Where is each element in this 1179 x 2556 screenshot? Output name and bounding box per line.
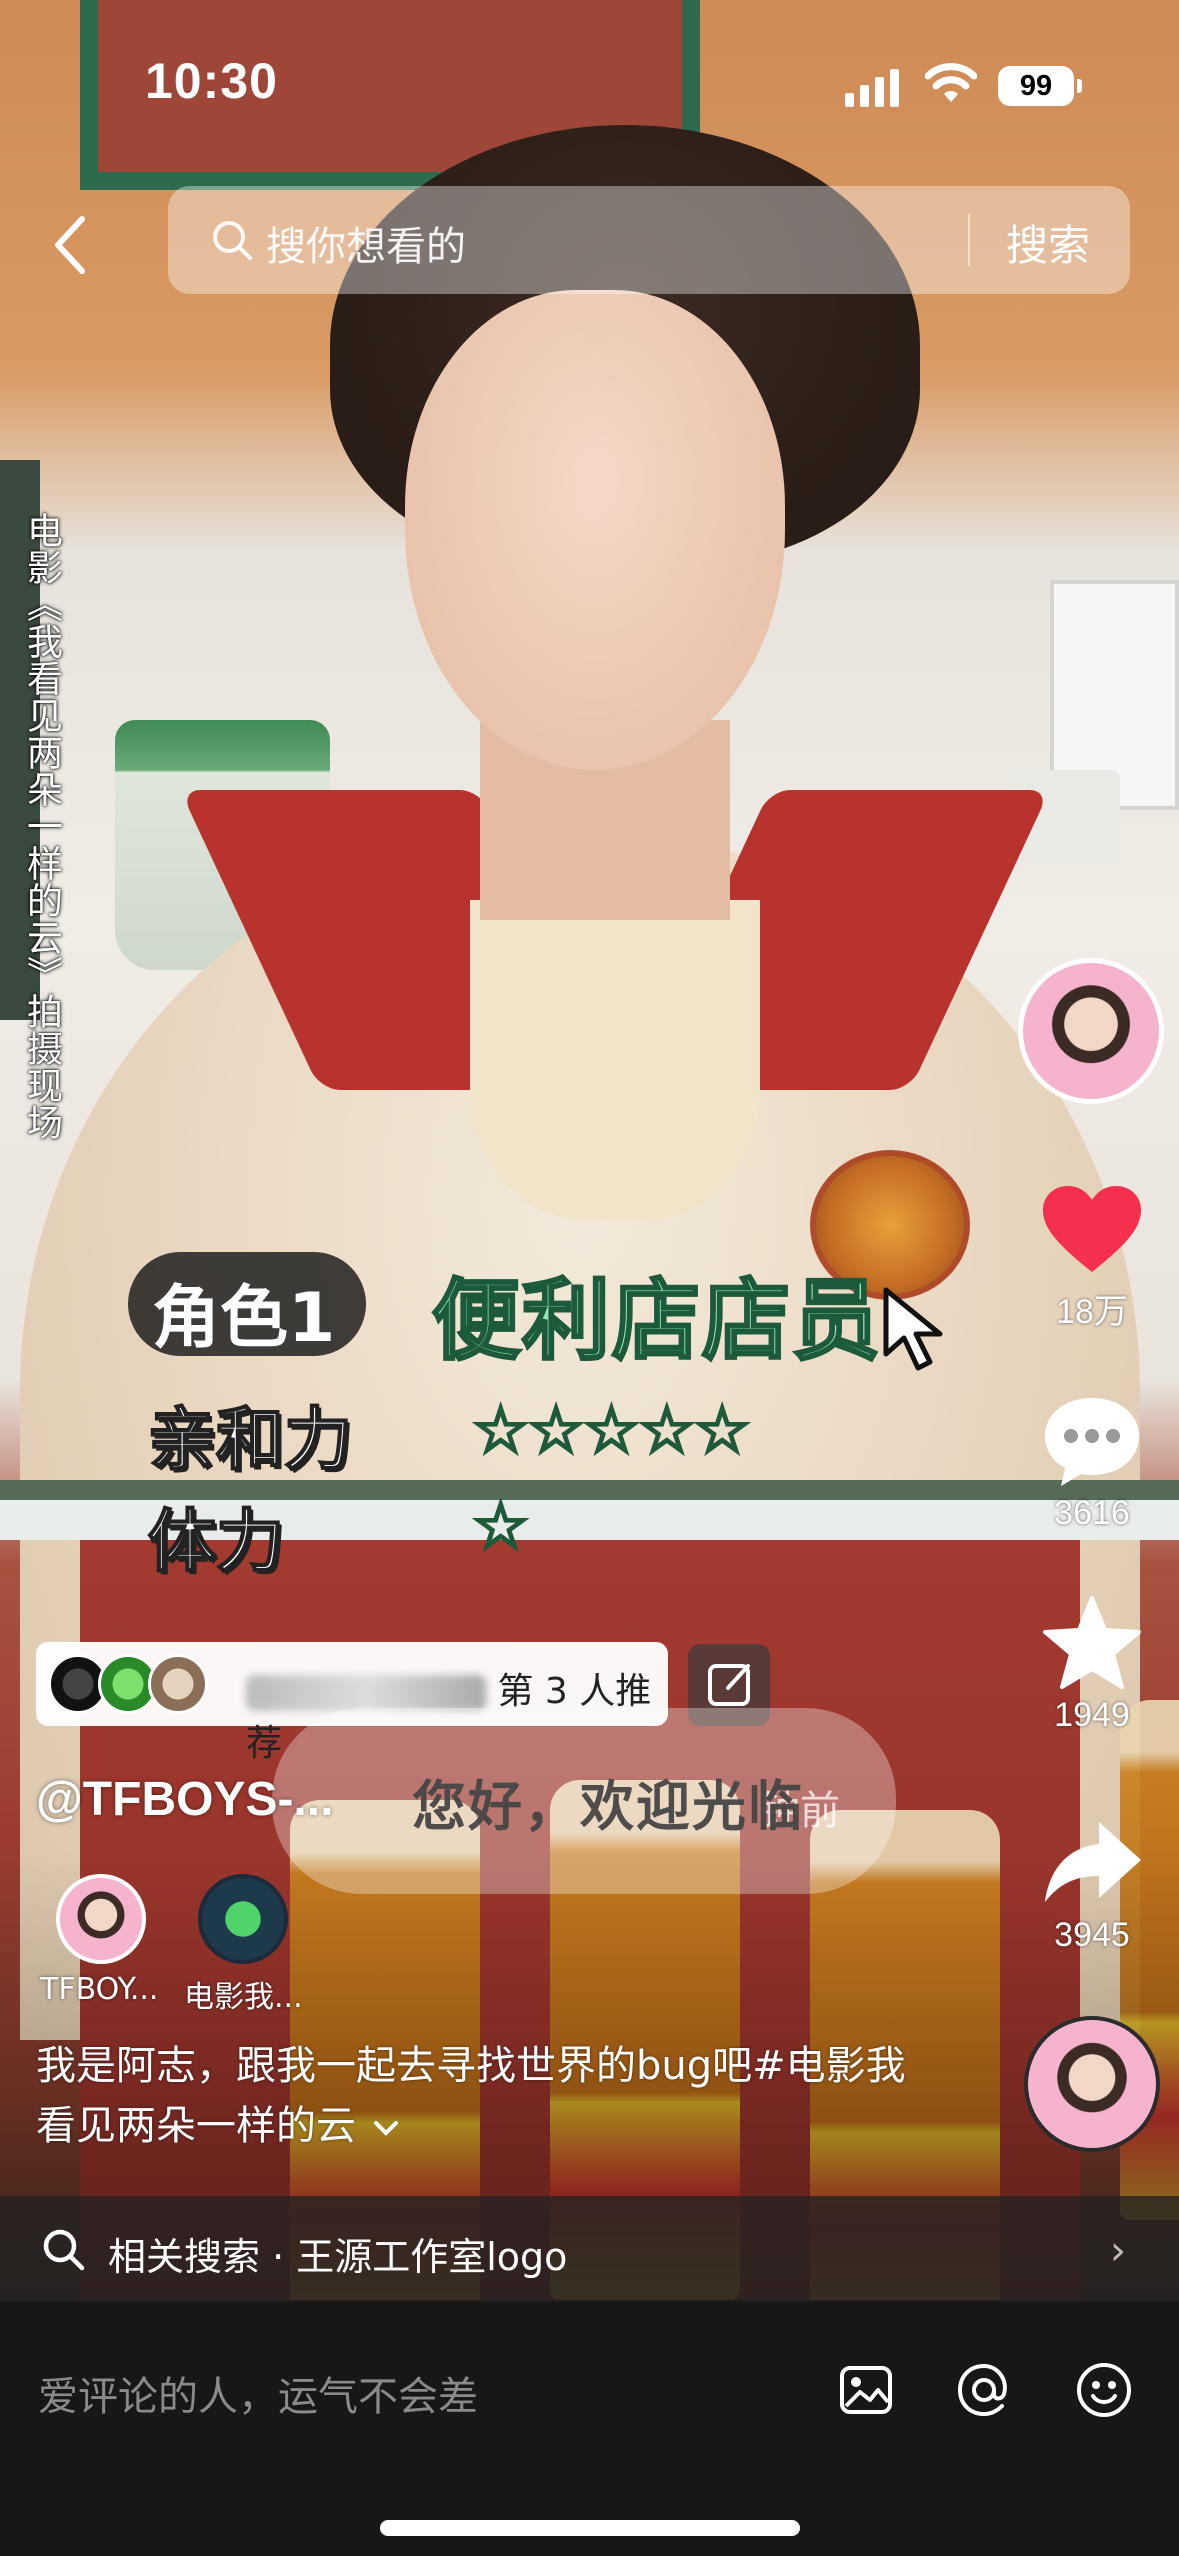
attribute-label: 体力 bbox=[147, 1502, 285, 1583]
video-side-caption: 电影《我看见两朵一样的云》拍摄现场 bbox=[21, 512, 62, 1141]
like-count: 18万 bbox=[1056, 1293, 1128, 1331]
emoji-icon[interactable] bbox=[1074, 2360, 1134, 2420]
video-description[interactable]: 我是阿志，跟我一起去寻找世界的bug吧#电影我看见两朵一样的云 bbox=[36, 2036, 936, 2156]
mention-label[interactable]: 电影我... bbox=[184, 1972, 303, 2016]
attribute-label: 亲和力 bbox=[147, 1400, 353, 1481]
comment-icon bbox=[1045, 1398, 1139, 1486]
bubble-text: 您好，欢迎光临 bbox=[412, 1775, 804, 1838]
share-button[interactable]: 3945 bbox=[1030, 1812, 1154, 1955]
back-icon[interactable] bbox=[40, 205, 100, 285]
comment-bar: 爱评论的人，运气不会差 bbox=[0, 2302, 1179, 2556]
music-disc-avatar[interactable] bbox=[1024, 2016, 1160, 2152]
cursor-icon bbox=[883, 1287, 943, 1371]
attribute-stars: ☆☆☆☆☆ bbox=[471, 1393, 753, 1470]
home-indicator[interactable] bbox=[380, 2520, 800, 2536]
author-name[interactable]: @TFBOYS-... bbox=[36, 1772, 333, 1827]
search-icon bbox=[43, 2229, 85, 2271]
favorite-count: 1949 bbox=[1054, 1696, 1130, 1734]
comment-count: 3616 bbox=[1054, 1494, 1130, 1532]
person-face bbox=[405, 290, 785, 770]
author-avatar[interactable] bbox=[1018, 958, 1164, 1104]
share-icon bbox=[1045, 1822, 1141, 1902]
t-shirt bbox=[470, 900, 760, 1220]
comment-button[interactable]: 3616 bbox=[1030, 1390, 1154, 1533]
status-time: 10:30 bbox=[145, 53, 278, 109]
related-search-bar[interactable]: 相关搜索 · 王源工作室logo › bbox=[0, 2196, 1179, 2302]
mention-label[interactable]: TFBOY... bbox=[40, 1972, 158, 2007]
search-input[interactable]: 搜你想看的 bbox=[266, 214, 466, 272]
chevron-right-icon: › bbox=[1110, 2228, 1126, 2274]
heart-icon bbox=[1043, 1186, 1141, 1272]
related-search-label: 相关搜索 · 王源工作室logo bbox=[108, 2235, 568, 2279]
share-count: 3945 bbox=[1054, 1916, 1130, 1954]
search-button[interactable]: 搜索 bbox=[1006, 212, 1090, 273]
favorite-button[interactable]: 1949 bbox=[1030, 1592, 1154, 1735]
avatar bbox=[148, 1654, 208, 1714]
description-text: 我是阿志，跟我一起去寻找世界的bug吧#电影我看见两朵一样的云 bbox=[36, 2043, 906, 2149]
comment-input[interactable]: 爱评论的人，运气不会差 bbox=[38, 2364, 478, 2422]
cellular-signal-icon bbox=[845, 67, 899, 107]
like-button[interactable]: 18万 bbox=[1030, 1180, 1154, 1333]
battery-indicator: 99 bbox=[998, 66, 1082, 106]
at-icon[interactable] bbox=[954, 2360, 1014, 2420]
mention-avatar[interactable] bbox=[56, 1874, 146, 1964]
chevron-down-icon[interactable] bbox=[369, 2115, 403, 2141]
wifi-icon bbox=[925, 63, 977, 102]
blurred-name bbox=[246, 1675, 486, 1711]
star-icon bbox=[1043, 1596, 1141, 1689]
video-frame[interactable] bbox=[0, 0, 1179, 2300]
role-label: 角色1 bbox=[152, 1279, 336, 1358]
image-icon[interactable] bbox=[836, 2360, 896, 2420]
search-icon bbox=[213, 221, 252, 260]
status-bar: 10:30 99 bbox=[0, 0, 1179, 170]
attribute-stars: ☆ bbox=[470, 1489, 530, 1566]
mention-avatar[interactable] bbox=[198, 1874, 288, 1964]
role-value: 便利店店员 bbox=[430, 1268, 883, 1374]
divider bbox=[968, 214, 970, 266]
search-bar[interactable]: 搜你想看的 搜索 bbox=[168, 186, 1130, 294]
